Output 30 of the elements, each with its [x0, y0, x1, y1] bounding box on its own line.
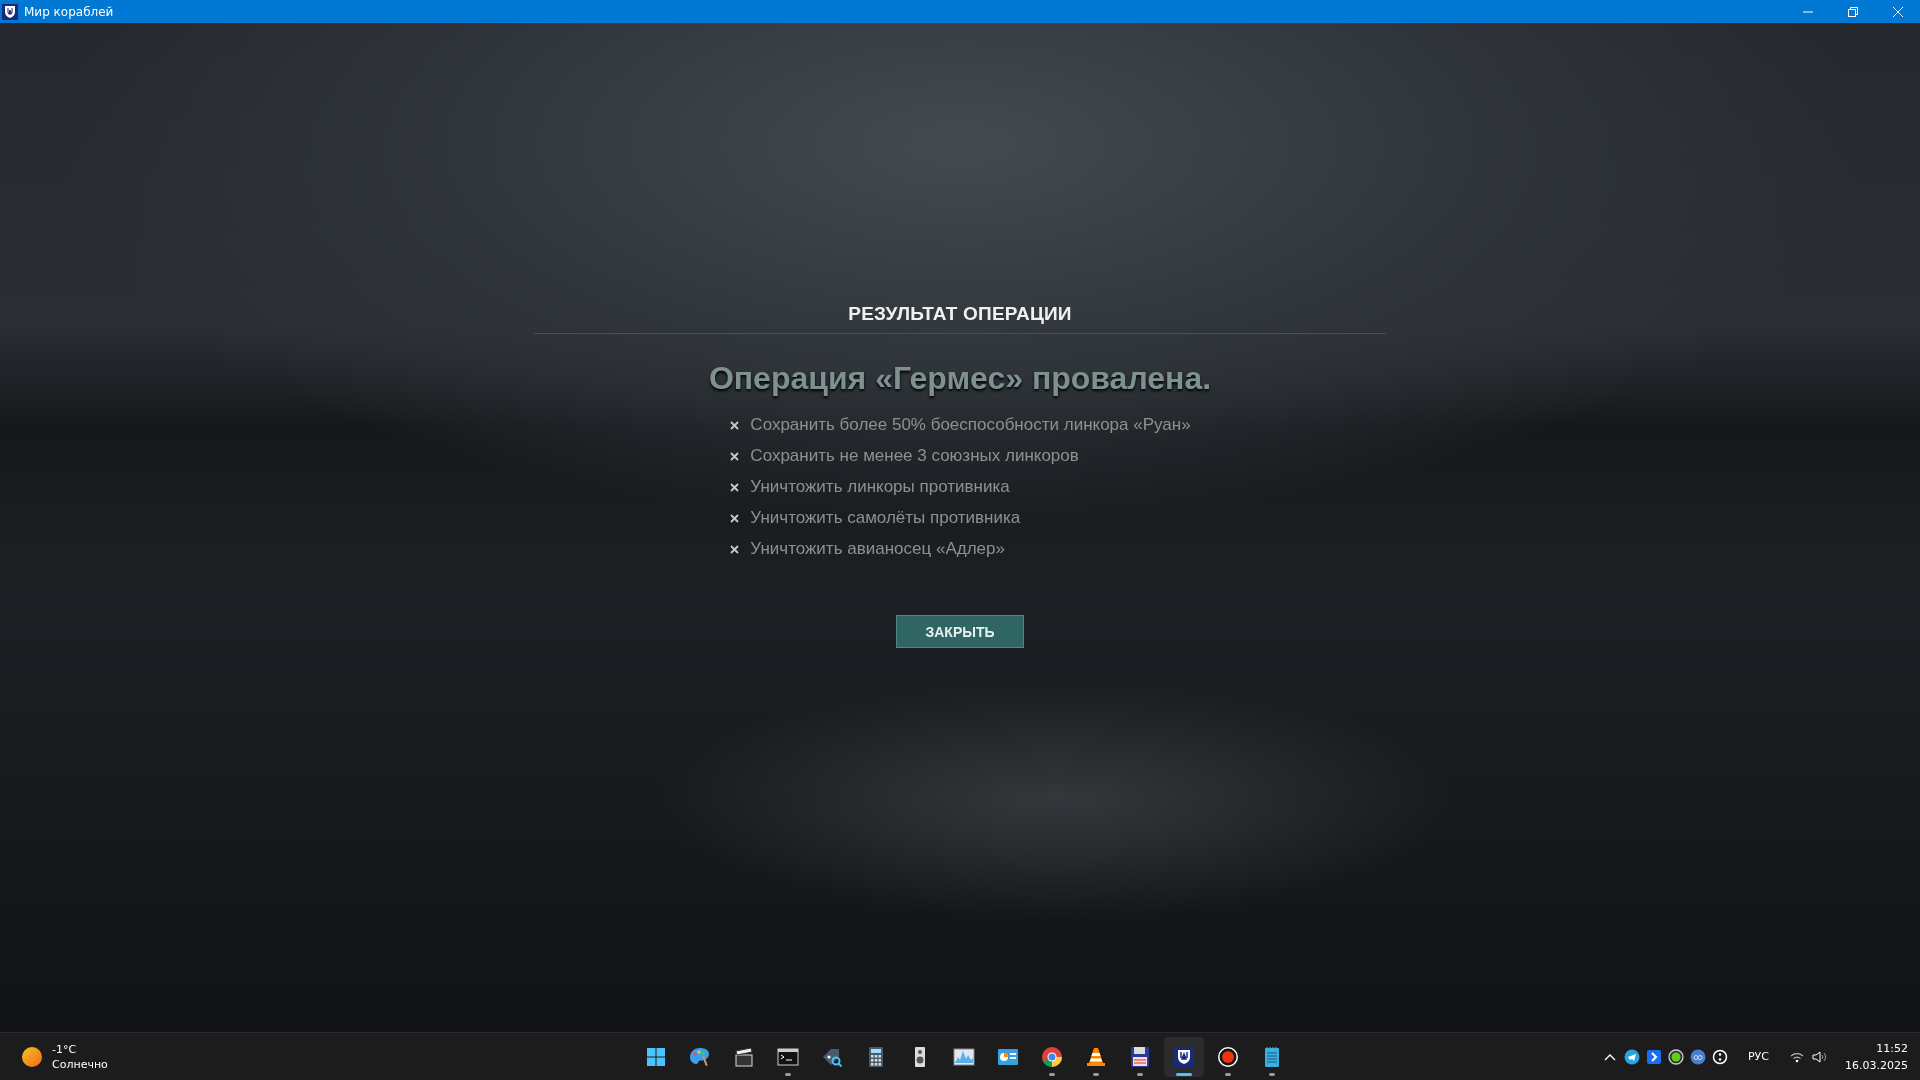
weather-condition: Солнечно [52, 1057, 108, 1071]
window-title: Мир кораблей [24, 4, 115, 19]
objective-text: Уничтожить линкоры противника [750, 477, 1010, 497]
clapperboard-icon [732, 1044, 756, 1069]
shield-icon [1172, 1044, 1196, 1069]
volume-icon[interactable] [1811, 1048, 1827, 1065]
objective-text: Сохранить не менее 3 союзных линкоров [750, 446, 1079, 466]
objective-text: Уничтожить авианосец «Адлер» [750, 539, 1005, 559]
torrent-icon[interactable] [1690, 1048, 1706, 1065]
record-icon [1216, 1044, 1240, 1069]
paper-plane-icon[interactable] [1624, 1048, 1640, 1065]
arrow-app-icon[interactable] [1646, 1048, 1662, 1065]
clock[interactable]: 11:52 16.03.2025 [1845, 1041, 1908, 1072]
temperature: -1°C [52, 1042, 78, 1056]
restore-icon [1847, 6, 1858, 17]
app-logo-icon [2, 3, 18, 20]
dialog-header: РЕЗУЛЬТАТ ОПЕРАЦИИ [848, 303, 1072, 326]
time: 11:52 [1876, 1041, 1908, 1055]
objective-text: Уничтожить самолёты противника [750, 508, 1021, 528]
date: 16.03.2025 [1845, 1058, 1908, 1072]
language-indicator[interactable]: РУС [1748, 1050, 1769, 1063]
status-dot-icon[interactable] [1668, 1048, 1684, 1065]
dots-circle-icon[interactable] [1712, 1048, 1728, 1065]
objective-text: Сохранить более 50% боеспособности линкора «Руан» [750, 415, 1191, 435]
operation-result: Операция «Гермес» провалена. [708, 360, 1212, 397]
close-icon [1892, 6, 1903, 17]
browser-icon [1040, 1044, 1064, 1069]
close-button[interactable]: ЗАКРЫТЬ [896, 615, 1024, 648]
sun-icon[interactable] [22, 1046, 42, 1067]
taskbar-app-button[interactable] [1164, 1036, 1204, 1077]
